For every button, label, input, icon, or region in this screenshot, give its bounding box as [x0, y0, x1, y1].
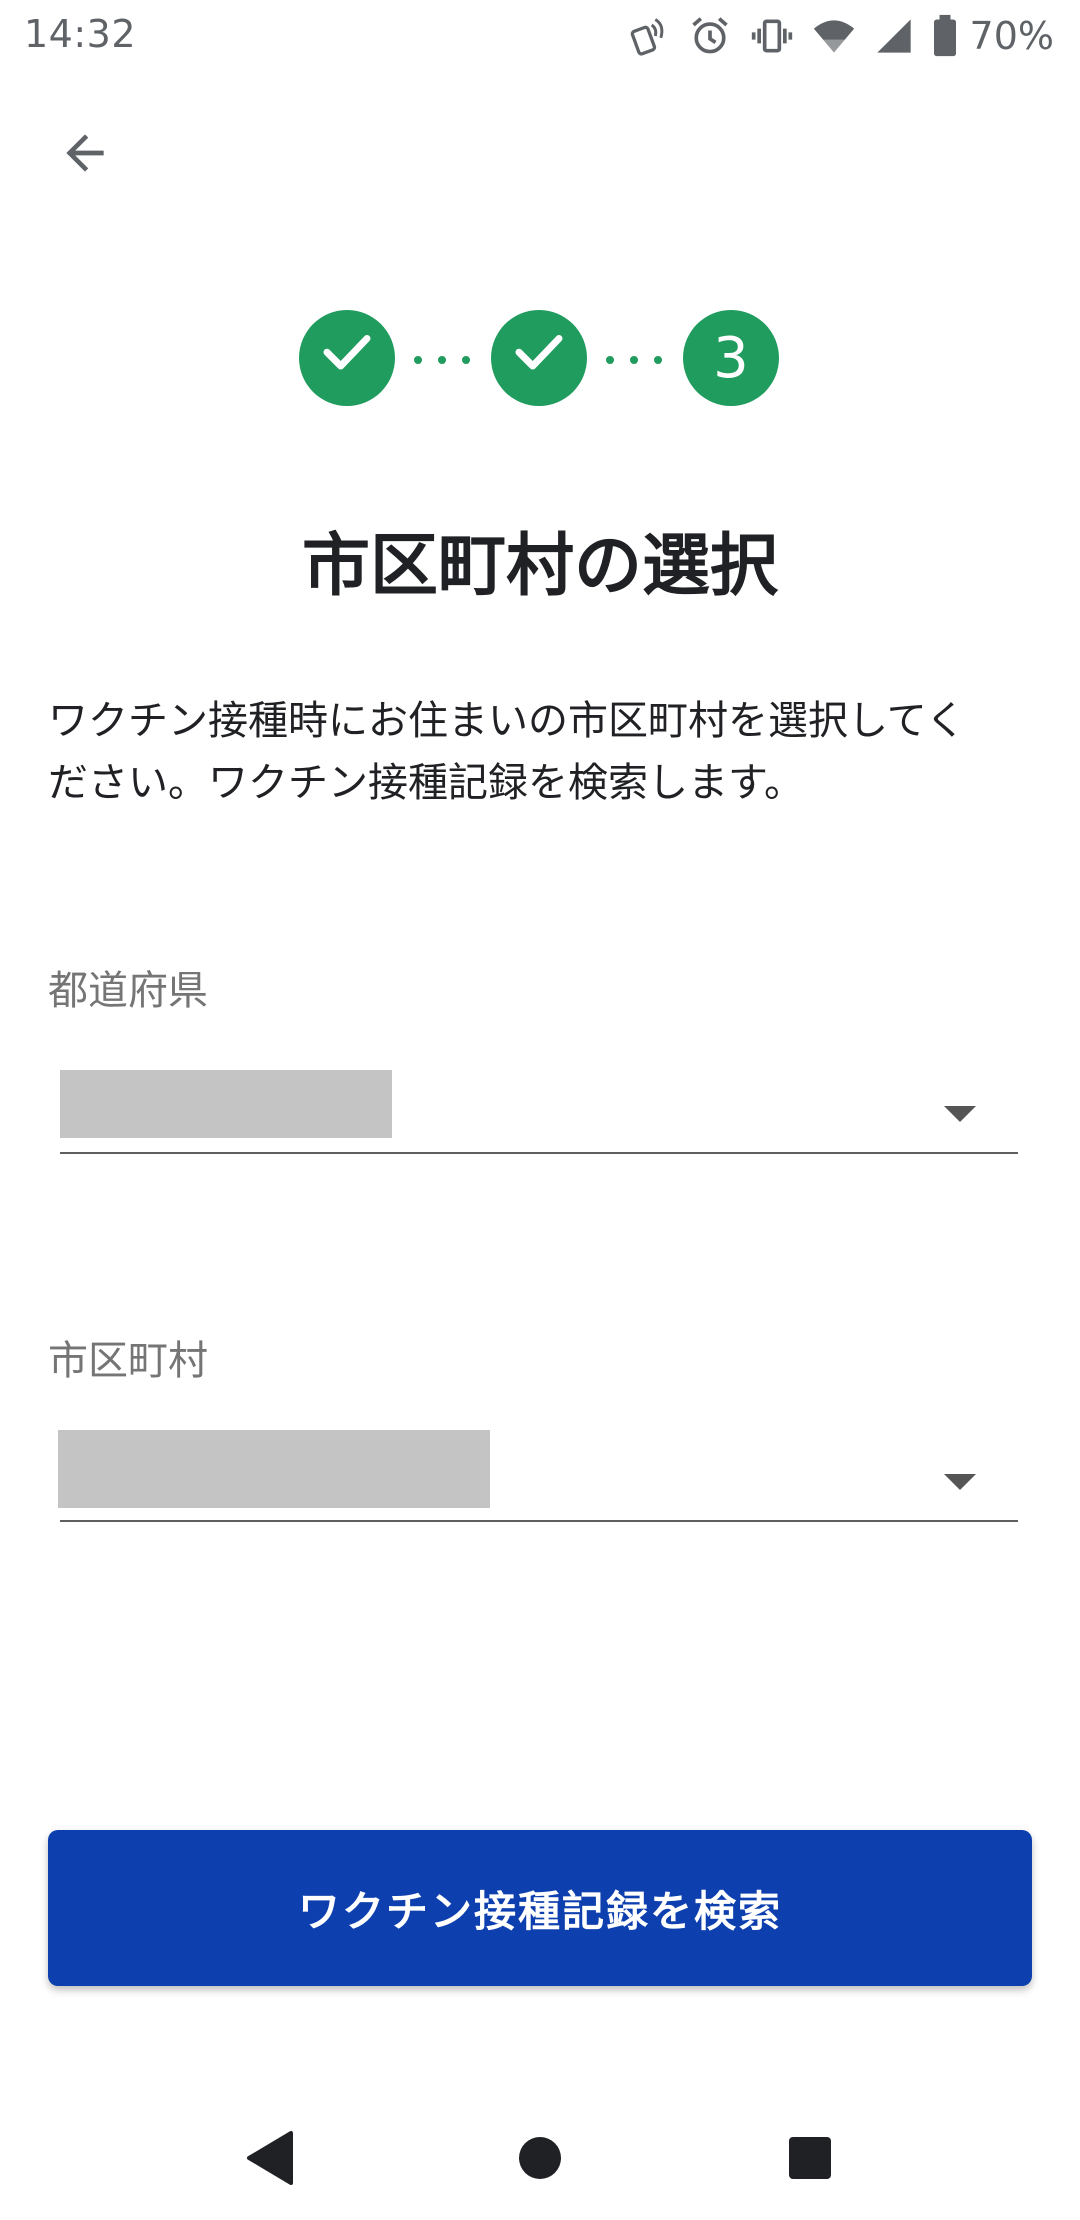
page-title: 市区町村の選択	[301, 527, 778, 606]
vibrate-icon	[750, 14, 794, 58]
screen: 14:32 70% 3 市区町村の選択 ワクチン接種時にお住まいの市区町村を選択…	[0, 0, 1080, 2220]
status-icons: 70%	[626, 10, 1054, 62]
battery-percent: 70%	[969, 14, 1054, 58]
arrow-left-icon	[57, 125, 113, 185]
description-text: ワクチン接種時にお住まいの市区町村を選択してく ださい。ワクチン接種記録を検索し…	[48, 690, 1038, 814]
prefecture-select[interactable]	[60, 1070, 1018, 1154]
nfc-icon	[626, 14, 670, 58]
home-circle-icon	[517, 2135, 563, 2185]
status-time: 14:32	[24, 12, 137, 56]
step-connector-dots	[414, 356, 470, 364]
step-1-completed	[299, 310, 395, 406]
prefecture-label: 都道府県	[48, 968, 208, 1014]
description-line-2: ださい。ワクチン接種記録を検索します。	[48, 760, 804, 806]
alarm-icon	[688, 14, 732, 58]
municipality-label: 市区町村	[48, 1338, 208, 1384]
nav-back-button[interactable]	[230, 2120, 310, 2200]
cell-signal-icon	[874, 16, 914, 56]
dropdown-arrow-icon	[944, 1474, 976, 1490]
battery-icon	[932, 14, 958, 58]
redacted-selected-value	[60, 1070, 392, 1138]
back-triangle-icon	[245, 2131, 295, 2189]
redacted-selected-value	[58, 1430, 490, 1508]
check-icon	[317, 321, 377, 395]
description-line-1: ワクチン接種時にお住まいの市区町村を選択してく	[48, 698, 966, 744]
search-vaccination-record-button[interactable]: ワクチン接種記録を検索	[48, 1830, 1032, 1986]
step-3-current: 3	[683, 310, 779, 406]
municipality-select[interactable]	[58, 1430, 1018, 1522]
recents-square-icon	[787, 2135, 833, 2185]
step-connector-dots	[606, 356, 662, 364]
progress-stepper: 3	[0, 310, 1080, 410]
check-icon	[509, 321, 569, 395]
back-button[interactable]	[40, 110, 130, 200]
nav-recents-button[interactable]	[770, 2120, 850, 2200]
wifi-icon	[812, 14, 856, 58]
dropdown-arrow-icon	[944, 1106, 976, 1122]
navigation-bar	[0, 2100, 1080, 2220]
status-bar: 14:32 70%	[0, 0, 1080, 72]
step-2-completed	[491, 310, 587, 406]
nav-home-button[interactable]	[500, 2120, 580, 2200]
